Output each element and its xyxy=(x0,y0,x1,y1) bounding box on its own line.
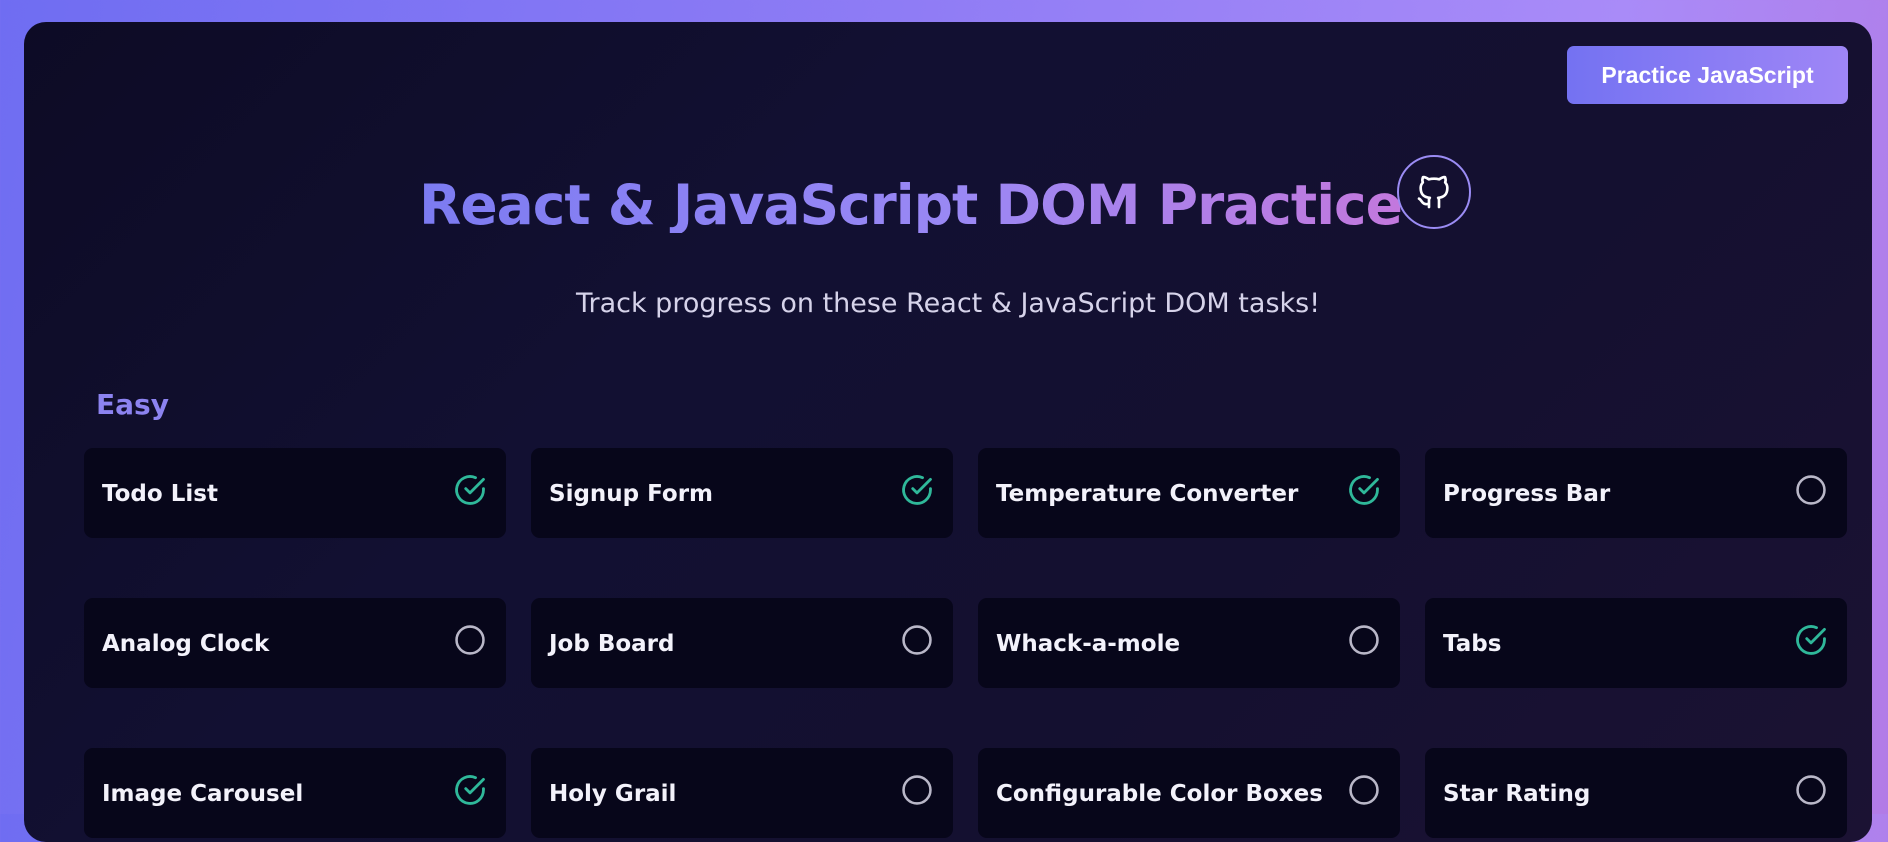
practice-javascript-button[interactable]: Practice JavaScript xyxy=(1567,46,1848,104)
task-card[interactable]: Signup Form xyxy=(531,448,953,538)
task-card-label: Star Rating xyxy=(1443,781,1591,807)
task-card-label: Configurable Color Boxes xyxy=(996,781,1323,807)
github-link[interactable] xyxy=(1397,155,1471,229)
empty-circle-icon[interactable] xyxy=(1346,622,1382,658)
task-card-label: Analog Clock xyxy=(102,631,270,657)
check-circle-icon[interactable] xyxy=(1346,472,1382,508)
check-circle-icon[interactable] xyxy=(899,472,935,508)
task-card[interactable]: Configurable Color Boxes xyxy=(978,748,1400,838)
task-card-label: Whack-a-mole xyxy=(996,631,1181,657)
task-card[interactable]: Image Carousel xyxy=(84,748,506,838)
main-panel: Practice JavaScript React & JavaScript D… xyxy=(24,22,1872,842)
check-circle-icon[interactable] xyxy=(452,472,488,508)
task-card[interactable]: Tabs xyxy=(1425,598,1847,688)
task-card-label: Progress Bar xyxy=(1443,481,1611,507)
task-card[interactable]: Holy Grail xyxy=(531,748,953,838)
task-card-label: Signup Form xyxy=(549,481,714,507)
task-card[interactable]: Job Board xyxy=(531,598,953,688)
empty-circle-icon[interactable] xyxy=(1793,472,1829,508)
github-icon xyxy=(1417,175,1449,209)
empty-circle-icon[interactable] xyxy=(899,772,935,808)
task-card[interactable]: Star Rating xyxy=(1425,748,1847,838)
task-card-label: Holy Grail xyxy=(549,781,677,807)
empty-circle-icon[interactable] xyxy=(899,622,935,658)
hero-header: React & JavaScript DOM Practice xyxy=(24,152,1872,252)
task-card-label: Temperature Converter xyxy=(996,481,1299,507)
task-card[interactable]: Whack-a-mole xyxy=(978,598,1400,688)
task-card[interactable]: Temperature Converter xyxy=(978,448,1400,538)
task-card-label: Image Carousel xyxy=(102,781,304,807)
empty-circle-icon[interactable] xyxy=(452,622,488,658)
task-card[interactable]: Progress Bar xyxy=(1425,448,1847,538)
section-title-easy: Easy xyxy=(96,388,169,421)
page-subtitle: Track progress on these React & JavaScri… xyxy=(575,288,1321,319)
task-grid: Todo List Signup Form Temperature Converte… xyxy=(84,448,1847,838)
task-card[interactable]: Todo List xyxy=(84,448,506,538)
task-card-label: Tabs xyxy=(1443,631,1502,657)
empty-circle-icon[interactable] xyxy=(1793,772,1829,808)
task-card-label: Todo List xyxy=(102,481,218,507)
task-card[interactable]: Analog Clock xyxy=(84,598,506,688)
empty-circle-icon[interactable] xyxy=(1346,772,1382,808)
task-card-label: Job Board xyxy=(549,631,675,657)
page-title: React & JavaScript DOM Practice xyxy=(419,173,1403,237)
check-circle-icon[interactable] xyxy=(452,772,488,808)
check-circle-icon[interactable] xyxy=(1793,622,1829,658)
